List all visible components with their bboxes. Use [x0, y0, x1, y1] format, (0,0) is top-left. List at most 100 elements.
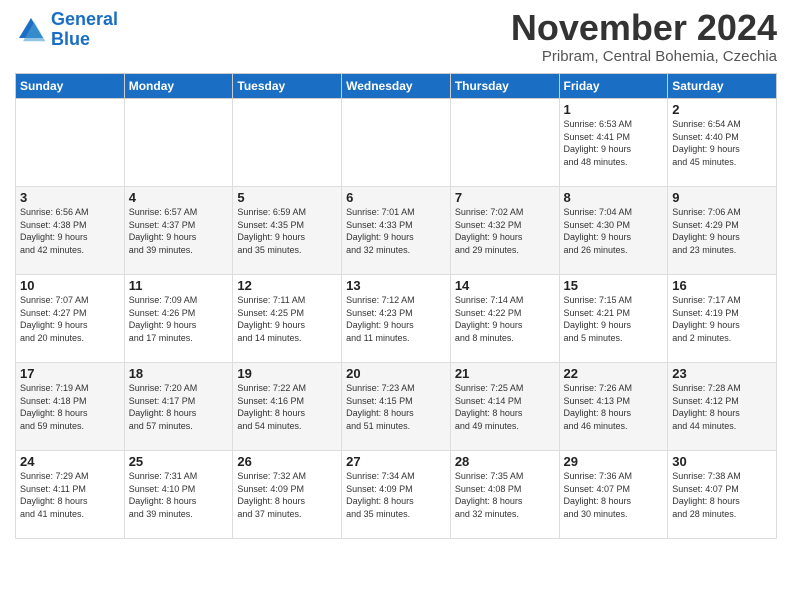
logo-line1: General [51, 9, 118, 29]
day-number: 8 [564, 190, 664, 205]
col-monday: Monday [124, 74, 233, 99]
calendar-week-1: 1Sunrise: 6:53 AMSunset: 4:41 PMDaylight… [16, 99, 777, 187]
calendar-cell: 18Sunrise: 7:20 AMSunset: 4:17 PMDayligh… [124, 363, 233, 451]
logo: General Blue [15, 10, 118, 50]
calendar-header-row: Sunday Monday Tuesday Wednesday Thursday… [16, 74, 777, 99]
day-info: Sunrise: 7:22 AMSunset: 4:16 PMDaylight:… [237, 382, 337, 432]
day-number: 15 [564, 278, 664, 293]
day-number: 24 [20, 454, 120, 469]
calendar-cell: 25Sunrise: 7:31 AMSunset: 4:10 PMDayligh… [124, 451, 233, 539]
calendar-cell [450, 99, 559, 187]
calendar-cell: 1Sunrise: 6:53 AMSunset: 4:41 PMDaylight… [559, 99, 668, 187]
day-number: 28 [455, 454, 555, 469]
col-sunday: Sunday [16, 74, 125, 99]
calendar-cell: 19Sunrise: 7:22 AMSunset: 4:16 PMDayligh… [233, 363, 342, 451]
calendar-cell: 6Sunrise: 7:01 AMSunset: 4:33 PMDaylight… [342, 187, 451, 275]
day-info: Sunrise: 7:17 AMSunset: 4:19 PMDaylight:… [672, 294, 772, 344]
day-info: Sunrise: 7:36 AMSunset: 4:07 PMDaylight:… [564, 470, 664, 520]
day-info: Sunrise: 7:29 AMSunset: 4:11 PMDaylight:… [20, 470, 120, 520]
calendar-cell: 14Sunrise: 7:14 AMSunset: 4:22 PMDayligh… [450, 275, 559, 363]
day-info: Sunrise: 7:34 AMSunset: 4:09 PMDaylight:… [346, 470, 446, 520]
calendar-cell: 24Sunrise: 7:29 AMSunset: 4:11 PMDayligh… [16, 451, 125, 539]
day-info: Sunrise: 7:09 AMSunset: 4:26 PMDaylight:… [129, 294, 229, 344]
calendar-week-5: 24Sunrise: 7:29 AMSunset: 4:11 PMDayligh… [16, 451, 777, 539]
calendar-cell: 8Sunrise: 7:04 AMSunset: 4:30 PMDaylight… [559, 187, 668, 275]
day-number: 2 [672, 102, 772, 117]
calendar-cell: 7Sunrise: 7:02 AMSunset: 4:32 PMDaylight… [450, 187, 559, 275]
calendar-cell: 4Sunrise: 6:57 AMSunset: 4:37 PMDaylight… [124, 187, 233, 275]
day-info: Sunrise: 7:20 AMSunset: 4:17 PMDaylight:… [129, 382, 229, 432]
day-info: Sunrise: 7:32 AMSunset: 4:09 PMDaylight:… [237, 470, 337, 520]
calendar-cell: 9Sunrise: 7:06 AMSunset: 4:29 PMDaylight… [668, 187, 777, 275]
calendar-cell: 2Sunrise: 6:54 AMSunset: 4:40 PMDaylight… [668, 99, 777, 187]
day-info: Sunrise: 7:19 AMSunset: 4:18 PMDaylight:… [20, 382, 120, 432]
calendar-cell: 5Sunrise: 6:59 AMSunset: 4:35 PMDaylight… [233, 187, 342, 275]
day-number: 18 [129, 366, 229, 381]
calendar-cell: 10Sunrise: 7:07 AMSunset: 4:27 PMDayligh… [16, 275, 125, 363]
day-info: Sunrise: 6:54 AMSunset: 4:40 PMDaylight:… [672, 118, 772, 168]
calendar-cell: 21Sunrise: 7:25 AMSunset: 4:14 PMDayligh… [450, 363, 559, 451]
col-tuesday: Tuesday [233, 74, 342, 99]
day-info: Sunrise: 7:04 AMSunset: 4:30 PMDaylight:… [564, 206, 664, 256]
day-number: 11 [129, 278, 229, 293]
calendar-cell: 23Sunrise: 7:28 AMSunset: 4:12 PMDayligh… [668, 363, 777, 451]
calendar-cell: 20Sunrise: 7:23 AMSunset: 4:15 PMDayligh… [342, 363, 451, 451]
calendar-cell: 17Sunrise: 7:19 AMSunset: 4:18 PMDayligh… [16, 363, 125, 451]
title-block: November 2024 Pribram, Central Bohemia, … [511, 10, 777, 65]
day-info: Sunrise: 7:07 AMSunset: 4:27 PMDaylight:… [20, 294, 120, 344]
calendar-cell: 29Sunrise: 7:36 AMSunset: 4:07 PMDayligh… [559, 451, 668, 539]
day-number: 6 [346, 190, 446, 205]
day-number: 10 [20, 278, 120, 293]
day-number: 22 [564, 366, 664, 381]
col-friday: Friday [559, 74, 668, 99]
day-info: Sunrise: 7:28 AMSunset: 4:12 PMDaylight:… [672, 382, 772, 432]
day-info: Sunrise: 7:14 AMSunset: 4:22 PMDaylight:… [455, 294, 555, 344]
day-info: Sunrise: 7:35 AMSunset: 4:08 PMDaylight:… [455, 470, 555, 520]
day-number: 30 [672, 454, 772, 469]
calendar-cell [233, 99, 342, 187]
day-number: 14 [455, 278, 555, 293]
col-wednesday: Wednesday [342, 74, 451, 99]
calendar-cell: 13Sunrise: 7:12 AMSunset: 4:23 PMDayligh… [342, 275, 451, 363]
day-number: 20 [346, 366, 446, 381]
day-number: 29 [564, 454, 664, 469]
calendar-cell: 16Sunrise: 7:17 AMSunset: 4:19 PMDayligh… [668, 275, 777, 363]
day-info: Sunrise: 7:11 AMSunset: 4:25 PMDaylight:… [237, 294, 337, 344]
day-number: 13 [346, 278, 446, 293]
calendar-cell: 3Sunrise: 6:56 AMSunset: 4:38 PMDaylight… [16, 187, 125, 275]
calendar-cell: 22Sunrise: 7:26 AMSunset: 4:13 PMDayligh… [559, 363, 668, 451]
day-number: 7 [455, 190, 555, 205]
location: Pribram, Central Bohemia, Czechia [511, 48, 777, 65]
day-info: Sunrise: 7:01 AMSunset: 4:33 PMDaylight:… [346, 206, 446, 256]
calendar-week-2: 3Sunrise: 6:56 AMSunset: 4:38 PMDaylight… [16, 187, 777, 275]
page-header: General Blue November 2024 Pribram, Cent… [15, 10, 777, 65]
calendar-cell [124, 99, 233, 187]
day-number: 5 [237, 190, 337, 205]
day-number: 26 [237, 454, 337, 469]
calendar-cell [342, 99, 451, 187]
day-number: 1 [564, 102, 664, 117]
day-number: 3 [20, 190, 120, 205]
calendar-cell: 28Sunrise: 7:35 AMSunset: 4:08 PMDayligh… [450, 451, 559, 539]
day-info: Sunrise: 7:02 AMSunset: 4:32 PMDaylight:… [455, 206, 555, 256]
calendar-cell: 12Sunrise: 7:11 AMSunset: 4:25 PMDayligh… [233, 275, 342, 363]
day-info: Sunrise: 7:25 AMSunset: 4:14 PMDaylight:… [455, 382, 555, 432]
day-info: Sunrise: 7:12 AMSunset: 4:23 PMDaylight:… [346, 294, 446, 344]
month-title: November 2024 [511, 10, 777, 46]
calendar-week-4: 17Sunrise: 7:19 AMSunset: 4:18 PMDayligh… [16, 363, 777, 451]
day-number: 19 [237, 366, 337, 381]
calendar-cell: 27Sunrise: 7:34 AMSunset: 4:09 PMDayligh… [342, 451, 451, 539]
calendar: Sunday Monday Tuesday Wednesday Thursday… [15, 73, 777, 539]
logo-line2: Blue [51, 29, 90, 49]
day-number: 21 [455, 366, 555, 381]
day-info: Sunrise: 7:23 AMSunset: 4:15 PMDaylight:… [346, 382, 446, 432]
day-info: Sunrise: 6:56 AMSunset: 4:38 PMDaylight:… [20, 206, 120, 256]
day-number: 23 [672, 366, 772, 381]
calendar-cell: 11Sunrise: 7:09 AMSunset: 4:26 PMDayligh… [124, 275, 233, 363]
day-number: 4 [129, 190, 229, 205]
day-number: 25 [129, 454, 229, 469]
calendar-cell [16, 99, 125, 187]
day-number: 17 [20, 366, 120, 381]
logo-icon [15, 14, 47, 46]
day-number: 12 [237, 278, 337, 293]
